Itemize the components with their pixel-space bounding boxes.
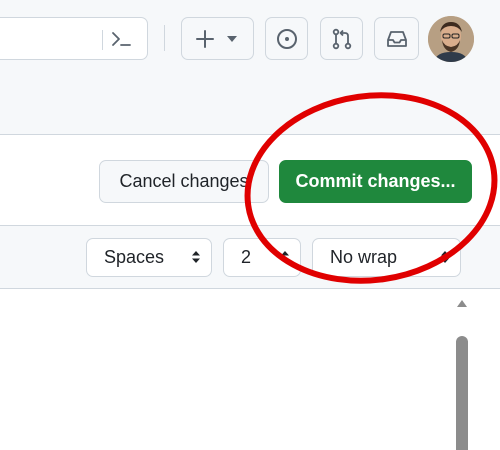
inbox-button[interactable]: [374, 17, 419, 60]
plus-icon: [196, 30, 214, 48]
header-divider: [164, 25, 165, 51]
repository-nav-band: [0, 82, 500, 135]
editor-scrollbar-thumb[interactable]: [456, 336, 468, 450]
create-new-button[interactable]: [181, 17, 254, 60]
editor-toolbar: Spaces 2 No wrap: [0, 225, 500, 289]
git-pull-request-icon: [332, 28, 352, 50]
indent-size-select[interactable]: 2: [223, 238, 301, 277]
indent-mode-value: Spaces: [104, 247, 165, 267]
inbox-icon: [387, 31, 407, 47]
code-editor[interactable]: [0, 290, 500, 450]
wrap-mode-value: No wrap: [330, 247, 398, 267]
wrap-mode-select[interactable]: No wrap: [312, 238, 461, 277]
select-caret-icon: [441, 251, 449, 263]
pull-requests-button[interactable]: [320, 17, 363, 60]
terminal-icon[interactable]: [109, 27, 133, 51]
issues-button[interactable]: [265, 17, 308, 60]
scroll-up-arrow-icon[interactable]: [456, 298, 468, 308]
indent-size-value: 2: [241, 247, 252, 267]
user-photo-icon: [428, 16, 474, 62]
triangle-down-icon: [227, 36, 237, 42]
commit-button[interactable]: Commit changes...: [279, 160, 472, 203]
issue-opened-icon: [277, 29, 297, 49]
select-caret-icon: [281, 251, 289, 263]
indent-mode-select[interactable]: Spaces: [86, 238, 212, 277]
top-header: [0, 0, 500, 82]
search-input[interactable]: [0, 17, 148, 60]
search-divider: [102, 30, 103, 50]
avatar[interactable]: [428, 16, 474, 62]
cancel-changes-button[interactable]: Cancel changes: [99, 160, 269, 203]
select-caret-icon: [192, 251, 200, 263]
